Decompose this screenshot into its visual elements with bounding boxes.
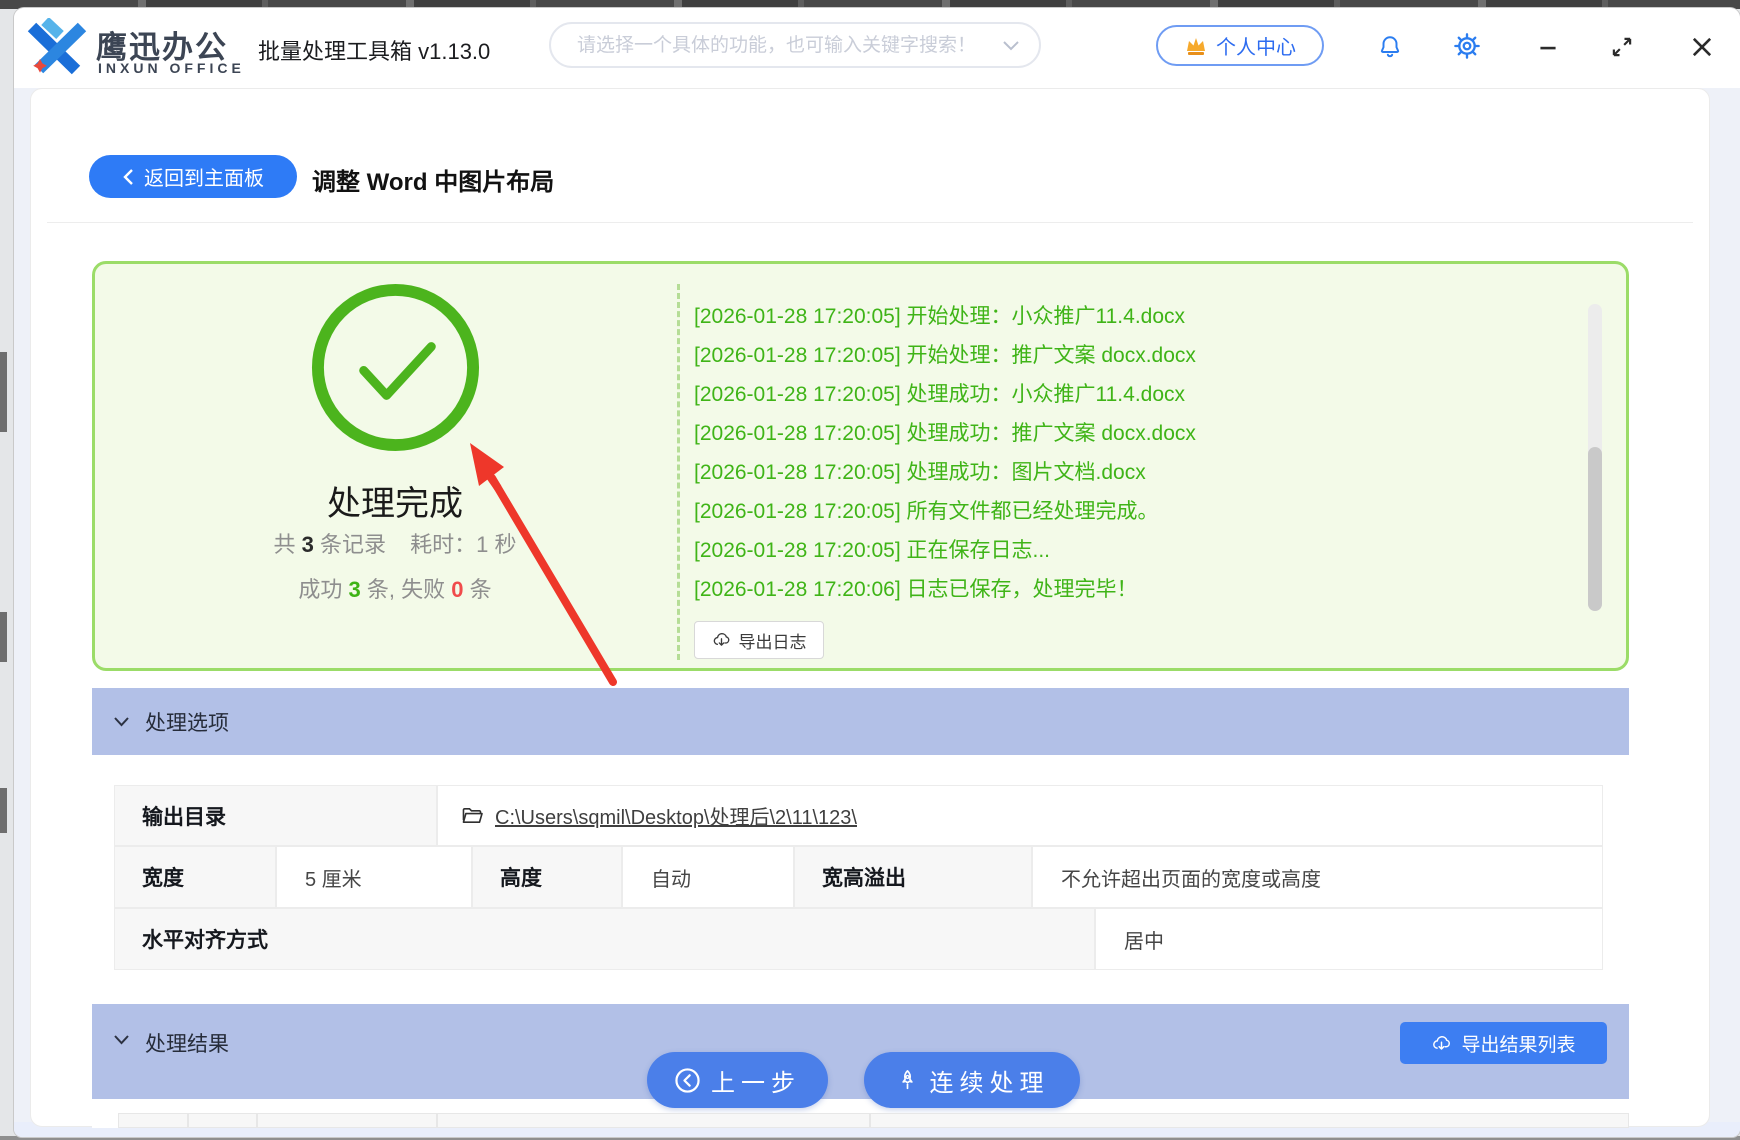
- results-table-cropped: [92, 1113, 1629, 1128]
- export-log-label: 导出日志: [738, 632, 807, 652]
- export-results-button[interactable]: 导出结果列表: [1400, 1022, 1607, 1064]
- export-results-label: 导出结果列表: [1461, 1034, 1576, 1056]
- divider: [47, 222, 1693, 223]
- table-header-cell: [257, 1113, 437, 1128]
- close-button[interactable]: [1686, 31, 1718, 63]
- width-label-cell: 宽度: [114, 846, 276, 908]
- log-divider: [677, 284, 680, 660]
- elapsed-time: 耗时：1 秒: [410, 532, 517, 557]
- minimize-button[interactable]: [1531, 34, 1565, 60]
- previous-step-button[interactable]: 上一步: [647, 1052, 828, 1108]
- overflow-value-cell: 不允许超出页面的宽度或高度: [1032, 846, 1603, 908]
- results-section-title: 处理结果: [145, 1033, 229, 1056]
- status-title: 处理完成: [327, 485, 463, 523]
- back-button-label: 返回到主面板: [144, 168, 264, 190]
- cloud-download-icon: [1433, 1035, 1451, 1050]
- table-header-cell: [870, 1113, 1629, 1128]
- bell-icon: [1380, 36, 1400, 58]
- log-line: [2026-01-28 17:20:05] 正在保存日志...: [694, 539, 1051, 562]
- log-line: [2026-01-28 17:20:06] 日志已保存，处理完毕！: [694, 578, 1138, 601]
- section-header-options[interactable]: 处理选项: [92, 688, 1629, 755]
- height-value-cell: 自动: [622, 846, 794, 908]
- align-value-cell: 居中: [1095, 908, 1603, 970]
- log-line: [2026-01-28 17:20:05] 开始处理：推广文案 docx.doc…: [694, 344, 1196, 367]
- table-header-cell: [188, 1113, 257, 1128]
- chevron-down-icon: [114, 716, 129, 726]
- app-title: 批量处理工具箱 v1.13.0: [258, 39, 491, 64]
- page-title: 调整 Word 中图片布局: [312, 169, 555, 196]
- screen: 鹰迅办公 INXUN OFFICE 批量处理工具箱 v1.13.0 个人中心: [0, 0, 1740, 1140]
- output-dir-value-cell: C:\Users\sqmil\Desktop\处理后\2\11\123\: [437, 785, 1603, 846]
- log-line: [2026-01-28 17:20:05] 处理成功：图片文档.docx: [694, 461, 1146, 484]
- log-line: [2026-01-28 17:20:05] 处理成功：小众推广11.4.docx: [694, 383, 1186, 406]
- user-center-label: 个人中心: [1216, 37, 1296, 59]
- output-dir-label-cell: 输出目录: [114, 785, 437, 846]
- desktop-fragment: [0, 788, 7, 833]
- table-header-cell: [437, 1113, 870, 1128]
- settings-button[interactable]: [1451, 30, 1483, 62]
- chevron-down-icon: [1003, 41, 1019, 51]
- continue-processing-button[interactable]: 连续处理: [864, 1052, 1080, 1108]
- back-to-dashboard-button[interactable]: 返回到主面板: [89, 155, 297, 198]
- width-value-cell: 5 厘米: [276, 846, 472, 908]
- success-count: 3: [348, 577, 361, 602]
- gear-icon: [1454, 33, 1480, 59]
- search-input[interactable]: [575, 26, 979, 66]
- section-header-results[interactable]: 处理结果: [92, 1004, 1629, 1099]
- previous-step-label: 上一步: [711, 1069, 801, 1097]
- minimize-icon: [1540, 46, 1556, 50]
- output-dir-link[interactable]: C:\Users\sqmil\Desktop\处理后\2\11\123\: [495, 801, 857, 830]
- options-section-title: 处理选项: [145, 711, 229, 735]
- stats-line-result: 成功 3 条, 失败 0 条: [298, 577, 492, 602]
- chevron-down-icon: [114, 1035, 129, 1045]
- chevron-left-icon: [123, 168, 133, 185]
- overflow-label-cell: 宽高溢出: [794, 846, 1032, 908]
- log-line: [2026-01-28 17:20:05] 所有文件都已经处理完成。: [694, 500, 1159, 523]
- desktop-fragment: [0, 352, 7, 432]
- notifications-button[interactable]: [1374, 31, 1406, 63]
- export-log-button[interactable]: 导出日志: [694, 621, 824, 659]
- log-list: [2026-01-28 17:20:05] 开始处理：小众推广11.4.docx…: [694, 297, 1534, 609]
- log-line: [2026-01-28 17:20:05] 开始处理：小众推广11.4.docx: [694, 305, 1186, 328]
- brand-name-en: INXUN OFFICE: [98, 60, 245, 76]
- height-label-cell: 高度: [472, 846, 622, 908]
- log-line: [2026-01-28 17:20:05] 处理成功：推广文案 docx.doc…: [694, 422, 1196, 445]
- circle-chevron-left-icon: [675, 1067, 700, 1093]
- maximize-icon: [1612, 37, 1632, 57]
- folder-icon: [462, 807, 483, 823]
- table-header-cell: [118, 1113, 188, 1128]
- fail-count: 0: [451, 577, 464, 602]
- log-scrollbar-thumb[interactable]: [1588, 447, 1602, 611]
- close-icon: [1692, 37, 1712, 57]
- desktop-fragment: [0, 612, 7, 662]
- user-center-button[interactable]: 个人中心: [1156, 25, 1324, 66]
- success-check-icon: [306, 278, 485, 457]
- rocket-icon: [901, 1069, 913, 1089]
- continue-processing-label: 连续处理: [929, 1069, 1050, 1097]
- align-label-cell: 水平对齐方式: [114, 908, 1095, 970]
- app-logo-icon: [26, 18, 88, 76]
- cloud-download-icon: [713, 633, 729, 646]
- total-count: 3: [301, 532, 314, 557]
- crown-icon: [1187, 37, 1205, 55]
- maximize-button[interactable]: [1606, 31, 1638, 63]
- function-search-box[interactable]: [549, 22, 1041, 68]
- stats-line-total: 共 3 条记录 耗时：1 秒: [273, 532, 517, 557]
